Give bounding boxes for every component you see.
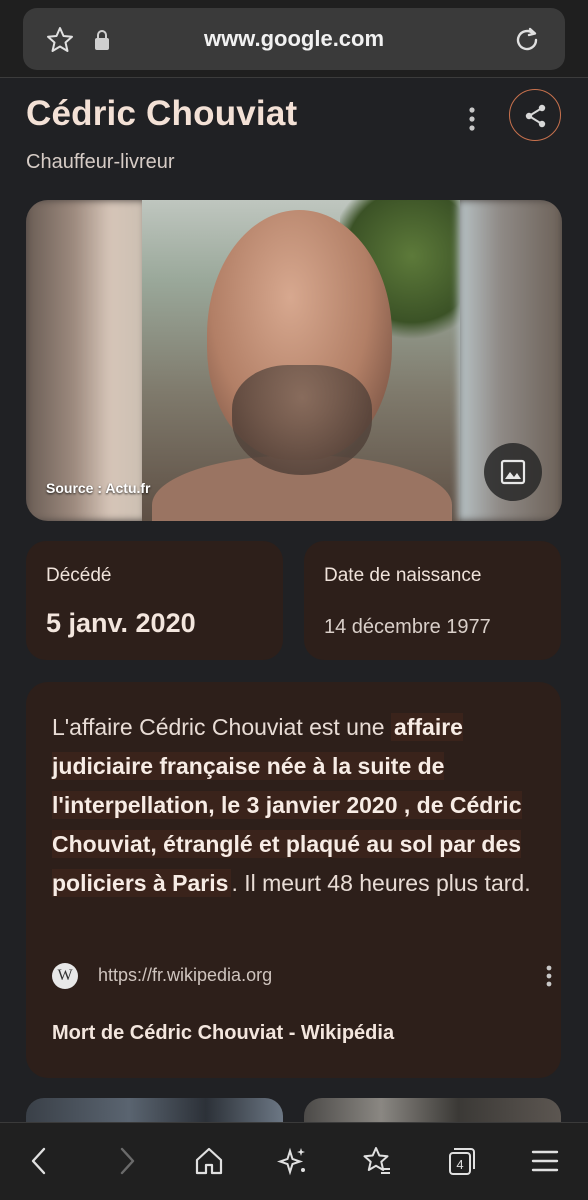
source-url[interactable]: https://fr.wikipedia.org (98, 965, 272, 986)
fact-label: Date de naissance (324, 565, 482, 586)
forward-icon (120, 1147, 135, 1175)
tabs-icon: 4 (449, 1148, 475, 1175)
fact-value: 14 décembre 1977 (324, 616, 491, 638)
image-gallery-button[interactable] (484, 443, 542, 501)
page-title: Cédric Chouviat (26, 94, 298, 133)
share-icon (525, 104, 546, 128)
description-part2: . Il meurt 48 heures plus tard. (231, 870, 531, 896)
description-card: L'affaire Cédric Chouviat est une affair… (26, 682, 561, 1078)
image-carousel[interactable]: Source : Actu.fr (26, 200, 562, 521)
forward-button[interactable] (106, 1141, 146, 1181)
source-link-title[interactable]: Mort de Cédric Chouviat - Wikipédia (52, 1022, 394, 1045)
ai-assistant-button[interactable] (273, 1141, 313, 1181)
more-vert-icon[interactable] (542, 963, 556, 991)
back-icon (31, 1147, 46, 1175)
share-button[interactable] (509, 89, 561, 141)
url-text[interactable]: www.google.com (23, 26, 565, 52)
page-subtitle: Chauffeur-livreur (26, 151, 175, 173)
tabs-button[interactable]: 4 (441, 1141, 481, 1181)
image-source: Source : Actu.fr (46, 480, 151, 496)
back-button[interactable] (20, 1141, 60, 1181)
bottom-navigation: 4 (0, 1122, 588, 1200)
photo-beard (232, 365, 372, 475)
menu-button[interactable] (525, 1141, 565, 1181)
browser-toolbar: www.google.com (0, 0, 588, 78)
address-bar[interactable]: www.google.com (23, 8, 565, 70)
fact-label: Décédé (46, 565, 112, 586)
description-text: L'affaire Cédric Chouviat est une affair… (52, 708, 542, 903)
reload-icon[interactable] (511, 24, 543, 56)
sparkle-icon (277, 1147, 305, 1176)
fact-value: 5 janv. 2020 (46, 608, 196, 638)
home-icon (195, 1147, 223, 1175)
tab-count: 4 (456, 1157, 463, 1172)
fact-card-death[interactable]: Décédé 5 janv. 2020 (26, 541, 283, 660)
fact-card-birth[interactable]: Date de naissance 14 décembre 1977 (304, 541, 561, 660)
bookmarks-icon (363, 1147, 390, 1174)
wikipedia-logo-icon: W (52, 963, 78, 989)
carousel-image-left[interactable] (26, 200, 146, 521)
menu-icon (531, 1150, 559, 1172)
description-part1: L'affaire Cédric Chouviat est une (52, 714, 391, 740)
more-vert-icon[interactable] (458, 102, 486, 136)
home-button[interactable] (189, 1141, 229, 1181)
bookmarks-button[interactable] (357, 1141, 397, 1181)
source-row[interactable]: W https://fr.wikipedia.org (52, 963, 552, 991)
carousel-image-main[interactable] (142, 200, 460, 521)
image-gallery-icon (500, 459, 526, 485)
